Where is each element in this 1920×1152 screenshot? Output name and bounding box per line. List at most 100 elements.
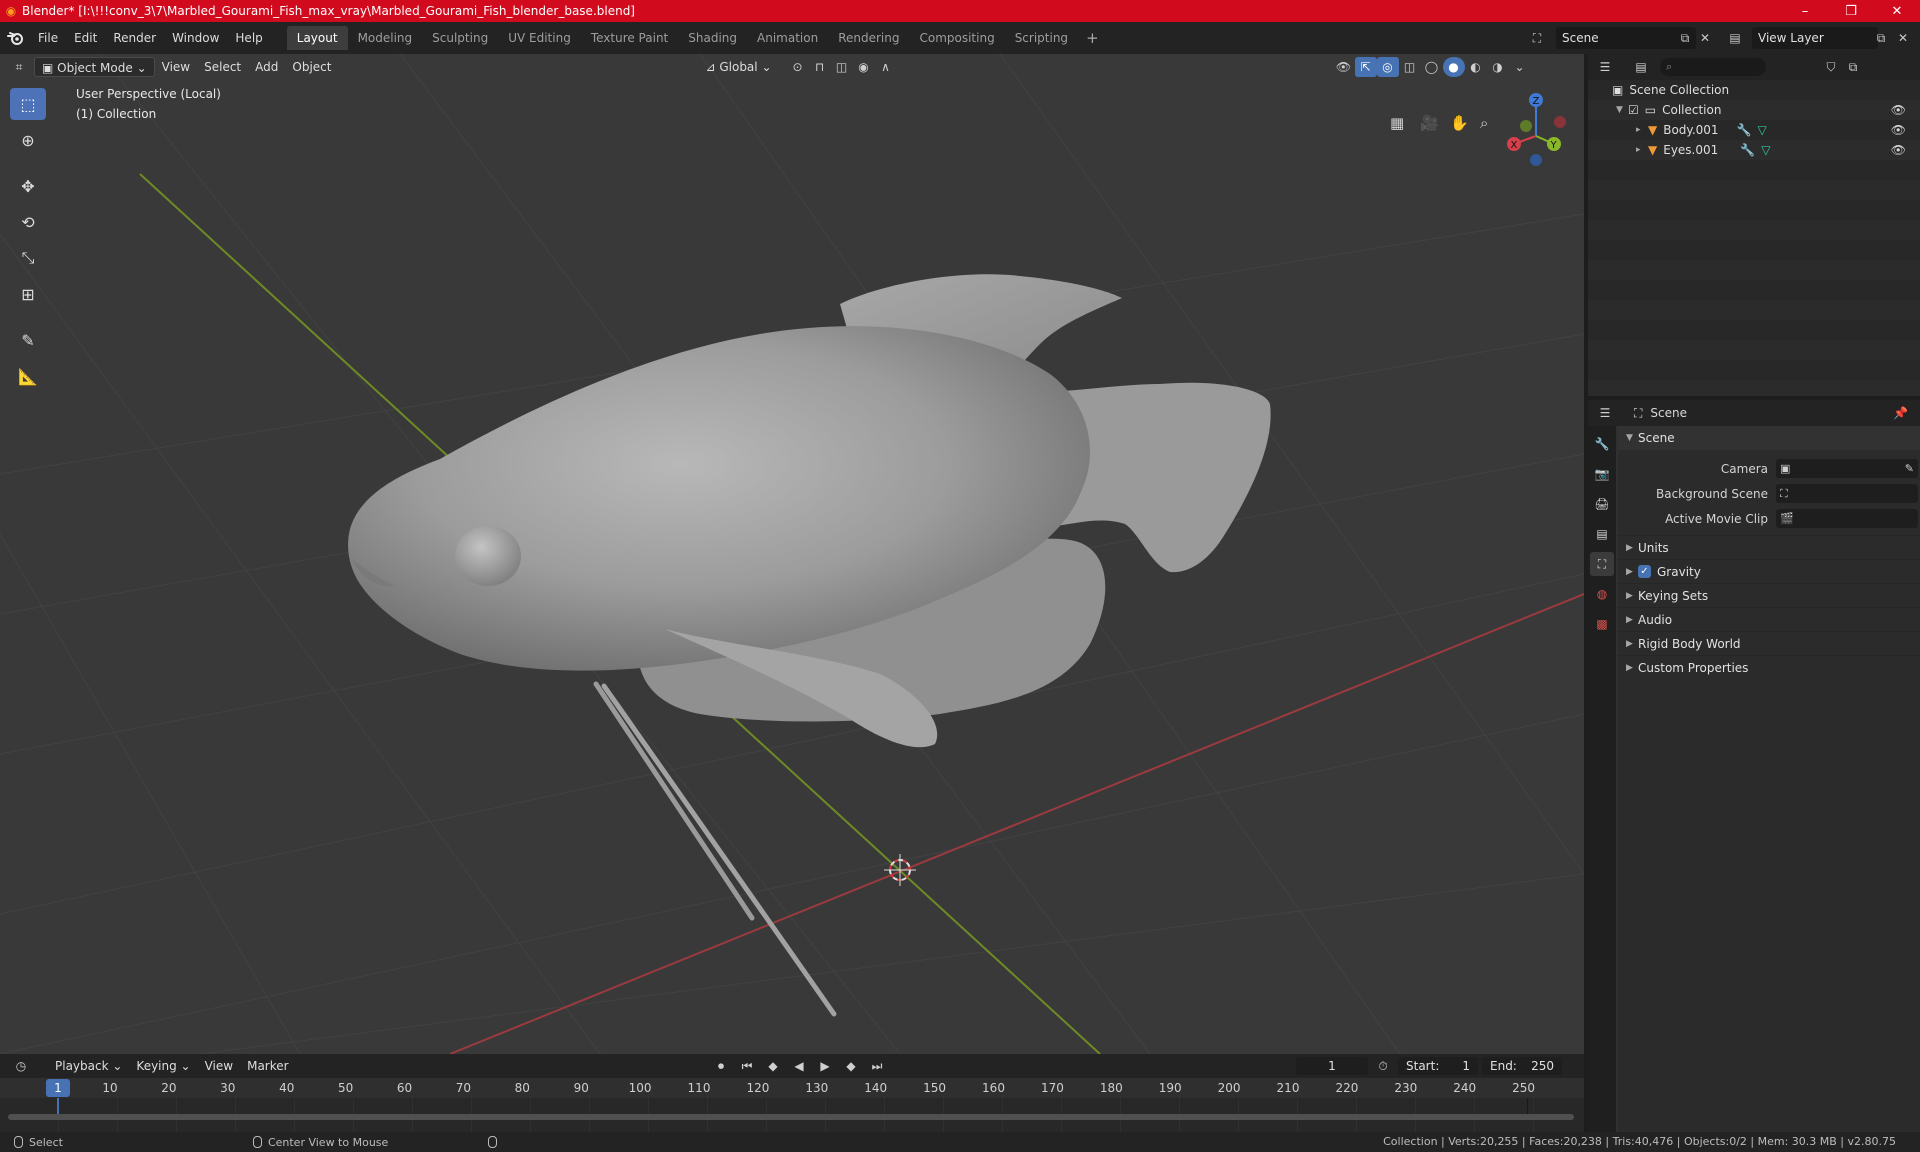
measure-tool-icon[interactable]: 📐	[10, 360, 46, 392]
material-shading-icon[interactable]: ◐	[1465, 57, 1487, 77]
next-keyframe-icon[interactable]: ◆	[840, 1056, 862, 1076]
start-frame-field[interactable]: Start: 1	[1398, 1057, 1478, 1075]
object-mode-dropdown[interactable]: ▣ Object Mode ⌄	[34, 57, 155, 77]
properties-editor-type-icon[interactable]: ☰	[1594, 403, 1616, 423]
snap-icon[interactable]: ⊓	[809, 57, 831, 77]
collection-checkbox[interactable]: ☑	[1628, 103, 1639, 117]
transform-orientation-dropdown[interactable]: ⊿ Global ⌄	[698, 57, 778, 77]
playhead-frame[interactable]: 1	[46, 1079, 70, 1097]
jump-end-icon[interactable]: ⏭	[866, 1056, 888, 1076]
blender-logo-icon[interactable]	[0, 31, 30, 45]
visibility-icon[interactable]: 👁	[1333, 57, 1355, 77]
tab-uv-editing[interactable]: UV Editing	[498, 26, 581, 50]
overlay-toggle-icon[interactable]: ◎	[1376, 57, 1399, 77]
pan-hand-icon[interactable]: ✋	[1450, 114, 1469, 132]
audio-panel[interactable]: ▶ Audio	[1618, 607, 1920, 631]
delete-scene-icon[interactable]: ✕	[1694, 27, 1716, 49]
viewport-menu-object[interactable]: Object	[285, 57, 338, 77]
outliner-object-body[interactable]: ▸ ▼ Body.001 🔧 ▽ 👁	[1588, 120, 1920, 140]
timeline-editor-type-icon[interactable]: ◷	[10, 1056, 32, 1076]
render-tab-icon[interactable]: 📷	[1590, 462, 1614, 486]
keying-sets-panel[interactable]: ▶ Keying Sets	[1618, 583, 1920, 607]
menu-help[interactable]: Help	[227, 26, 270, 50]
viewport-menu-add[interactable]: Add	[248, 57, 285, 77]
output-tab-icon[interactable]: 🖨	[1590, 492, 1614, 516]
stopwatch-icon[interactable]: ⏱	[1372, 1056, 1394, 1076]
falloff-icon[interactable]: ∧	[875, 57, 897, 77]
scene-panel-header[interactable]: ▼ Scene	[1618, 426, 1920, 450]
annotate-tool-icon[interactable]: ✎	[10, 324, 46, 356]
tab-animation[interactable]: Animation	[747, 26, 828, 50]
grid-view-icon[interactable]: ▦	[1390, 114, 1404, 132]
prev-keyframe-icon[interactable]: ◆	[762, 1056, 784, 1076]
texture-tab-icon[interactable]: ▩	[1590, 612, 1614, 636]
record-icon[interactable]: ⏺	[710, 1056, 732, 1076]
jump-start-icon[interactable]: ⏮	[736, 1056, 758, 1076]
minimize-button[interactable]: –	[1782, 0, 1828, 22]
timeline-menu-marker[interactable]: Marker	[240, 1056, 295, 1076]
gravity-panel[interactable]: ▶ ✓ Gravity	[1618, 559, 1920, 583]
tab-scripting[interactable]: Scripting	[1005, 26, 1078, 50]
eyedropper-icon[interactable]: ✎	[1905, 462, 1914, 475]
wrench-icon[interactable]: 🔧	[1737, 123, 1752, 137]
solid-shading-icon[interactable]: ●	[1442, 57, 1465, 77]
mesh-data-icon[interactable]: ▽	[1758, 123, 1767, 137]
gizmo-neg-z-axis[interactable]	[1530, 154, 1542, 166]
tab-compositing[interactable]: Compositing	[909, 26, 1004, 50]
viewport-menu-view[interactable]: View	[155, 57, 197, 77]
tool-tab-icon[interactable]: 🔧	[1590, 432, 1614, 456]
menu-file[interactable]: File	[30, 26, 66, 50]
units-panel[interactable]: ▶ Units	[1618, 535, 1920, 559]
mesh-data-icon[interactable]: ▽	[1761, 143, 1770, 157]
view-layer-selector[interactable]: View Layer	[1752, 27, 1878, 49]
tab-layout[interactable]: Layout	[286, 26, 348, 50]
chevron-right-icon[interactable]: ▸	[1636, 125, 1648, 135]
chevron-right-icon[interactable]: ▸	[1636, 145, 1648, 155]
gizmo-neg-x-axis[interactable]	[1554, 116, 1566, 128]
camera-view-icon[interactable]: 🎥	[1420, 114, 1439, 132]
move-tool-icon[interactable]: ✥	[10, 170, 46, 202]
outliner-collection[interactable]: ▼ ☑ ▭ Collection 👁	[1588, 100, 1920, 120]
snap-target-icon[interactable]: ◫	[831, 57, 853, 77]
menu-render[interactable]: Render	[105, 26, 164, 50]
end-frame-field[interactable]: End: 250	[1482, 1057, 1562, 1075]
rendered-shading-icon[interactable]: ◑	[1487, 57, 1509, 77]
outliner-search-input[interactable]: ⌕	[1660, 58, 1766, 76]
timeline-menu-keying[interactable]: Keying ⌄	[129, 1056, 197, 1076]
viewport-scene[interactable]	[0, 54, 1584, 1054]
rigid-body-world-panel[interactable]: ▶ Rigid Body World	[1618, 631, 1920, 655]
pin-icon[interactable]: 📌	[1893, 406, 1908, 420]
transform-tool-icon[interactable]: ⊞	[10, 278, 46, 310]
camera-field[interactable]: ▣ ✎	[1776, 459, 1918, 478]
menu-window[interactable]: Window	[164, 26, 227, 50]
timeline-scrollbar[interactable]	[8, 1114, 1574, 1120]
chevron-down-icon[interactable]: ▼	[1616, 105, 1628, 115]
eye-icon[interactable]: 👁	[1891, 123, 1906, 137]
tab-shading[interactable]: Shading	[678, 26, 747, 50]
timeline-ruler[interactable]: 1 10 20 30 40 50 60 70 80 90 100 110 120 130 140 150 16…	[0, 1078, 1584, 1098]
delete-view-layer-icon[interactable]: ✕	[1892, 27, 1914, 49]
filter-icon[interactable]: ⛉	[1820, 57, 1842, 77]
maximize-button[interactable]: ❐	[1828, 0, 1874, 22]
background-scene-field[interactable]: ⛶	[1776, 484, 1918, 503]
scene-tab-icon[interactable]: ⛶	[1590, 552, 1614, 576]
view-layer-tab-icon[interactable]: ▤	[1590, 522, 1614, 546]
new-scene-icon[interactable]: ⧉	[1674, 27, 1696, 49]
scene-icon[interactable]: ⛶	[1526, 27, 1548, 49]
tab-modeling[interactable]: Modeling	[348, 26, 423, 50]
cursor-tool-icon[interactable]: ⊕	[10, 124, 46, 156]
play-icon[interactable]: ▶	[814, 1056, 836, 1076]
editor-type-icon[interactable]: ⌗	[8, 57, 30, 77]
view-layer-icon[interactable]: ▤	[1724, 27, 1746, 49]
timeline-menu-view[interactable]: View	[198, 1056, 240, 1076]
gizmo-neg-y-axis[interactable]	[1520, 120, 1532, 132]
gizmo-toggle-icon[interactable]: ⇱	[1354, 57, 1377, 77]
navigation-gizmo[interactable]: ▦ 🎥 ✋ ⌕ Z Y X	[1384, 78, 1584, 181]
play-reverse-icon[interactable]: ◀	[788, 1056, 810, 1076]
tab-rendering[interactable]: Rendering	[828, 26, 909, 50]
viewport-menu-select[interactable]: Select	[197, 57, 248, 77]
tab-texture-paint[interactable]: Texture Paint	[581, 26, 678, 50]
3d-viewport[interactable]: ⌗ ▣ Object Mode ⌄ View Select Add Object…	[0, 54, 1584, 1054]
wrench-icon[interactable]: 🔧	[1740, 143, 1755, 157]
active-movie-clip-field[interactable]: 🎬	[1776, 509, 1918, 528]
